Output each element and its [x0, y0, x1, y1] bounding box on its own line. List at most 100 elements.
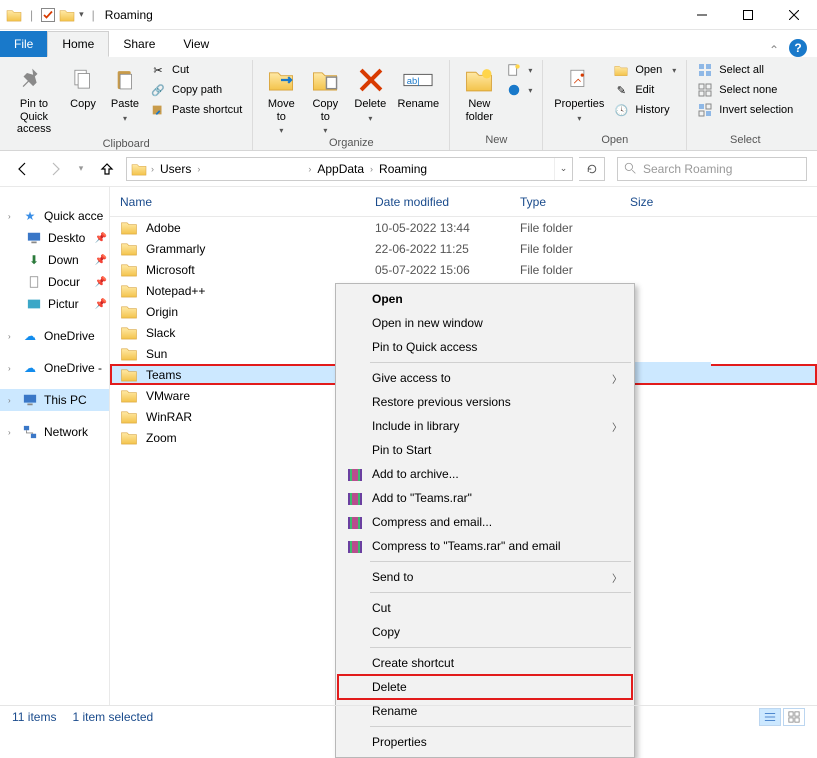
search-input[interactable]: Search Roaming [617, 157, 807, 181]
select-none-button[interactable]: Select none [697, 82, 793, 98]
help-button[interactable]: ? [789, 39, 807, 57]
sidebar-item-pictures[interactable]: Pictur📌 [0, 293, 109, 315]
easy-access-icon [506, 82, 522, 98]
breadcrumb-dropdown[interactable]: ⌄ [554, 158, 572, 180]
ctx-compress-teams-and-email[interactable]: Compress to "Teams.rar" and email [338, 534, 632, 558]
ctx-add-to-archive[interactable]: Add to archive... [338, 462, 632, 486]
minimize-button[interactable] [679, 0, 725, 30]
sidebar-item-onedrive[interactable]: ›☁OneDrive [0, 325, 109, 347]
ctx-open-new-window[interactable]: Open in new window [338, 311, 632, 335]
sidebar-item-quick-access[interactable]: ›★Quick acce [0, 205, 109, 227]
ctx-properties[interactable]: Properties [338, 730, 632, 754]
view-large-icons-button[interactable] [783, 708, 805, 726]
forward-button[interactable] [42, 156, 68, 182]
back-button[interactable] [10, 156, 36, 182]
ctx-pin-quick-access[interactable]: Pin to Quick access [338, 335, 632, 359]
address-bar: ▾ › Users› › AppData› Roaming ⌄ Search R… [0, 151, 817, 187]
group-label: Clipboard [6, 136, 246, 154]
paste-button[interactable]: Paste ▾ [104, 60, 146, 123]
ctx-copy[interactable]: Copy [338, 620, 632, 644]
ctx-open[interactable]: Open [338, 287, 632, 311]
ctx-cut[interactable]: Cut [338, 596, 632, 620]
copy-button[interactable]: Copy [62, 60, 104, 111]
sidebar-item-network[interactable]: ›Network [0, 421, 109, 443]
select-all-button[interactable]: Select all [697, 62, 793, 78]
up-button[interactable] [94, 156, 120, 182]
open-button[interactable]: Open▾ [613, 62, 676, 78]
sidebar-item-desktop[interactable]: Deskto📌 [0, 227, 109, 249]
winrar-icon [346, 537, 364, 555]
tab-file[interactable]: File [0, 31, 47, 57]
folder-icon [120, 262, 138, 277]
tab-share[interactable]: Share [109, 31, 169, 57]
copy-icon [67, 64, 99, 96]
status-selected-count: 1 item selected [72, 710, 153, 724]
table-row[interactable]: Microsoft05-07-2022 15:06File folder [110, 259, 817, 280]
view-details-button[interactable] [759, 708, 781, 726]
cut-button[interactable]: ✂Cut [150, 62, 242, 78]
paste-shortcut-button[interactable]: Paste shortcut [150, 102, 242, 118]
breadcrumb-seg[interactable]: Users [158, 162, 193, 176]
minimize-ribbon-icon[interactable]: ⌃ [769, 43, 779, 57]
ctx-delete[interactable]: Delete [338, 675, 632, 699]
shortcut-icon [150, 102, 166, 118]
easy-access-button[interactable]: ▾ [506, 82, 532, 98]
chevron-right-icon: 〉 [612, 371, 622, 386]
ctx-add-to-teams-rar[interactable]: Add to "Teams.rar" [338, 486, 632, 510]
column-headers[interactable]: Name Date modified Type Size [110, 187, 817, 217]
col-type[interactable]: Type [510, 195, 620, 209]
close-button[interactable] [771, 0, 817, 30]
downloads-icon: ⬇ [26, 252, 42, 268]
rename-button[interactable]: ab| Rename [393, 60, 443, 111]
titlebar: | ▾ | Roaming [0, 0, 817, 30]
nav-pane: ›★Quick acce Deskto📌 ⬇Down📌 Docur📌 Pictu… [0, 187, 110, 705]
delete-button[interactable]: Delete▾ [347, 60, 393, 123]
sidebar-item-documents[interactable]: Docur📌 [0, 271, 109, 293]
sidebar-item-downloads[interactable]: ⬇Down📌 [0, 249, 109, 271]
invert-selection-button[interactable]: Invert selection [697, 102, 793, 118]
pin-to-quick-access-button[interactable]: Pin to Quick access [6, 60, 62, 136]
new-item-button[interactable]: ▾ [506, 62, 532, 78]
ctx-include-in-library[interactable]: Include in library〉 [338, 414, 632, 438]
pin-icon: 📌 [95, 233, 107, 244]
edit-button[interactable]: ✎Edit [613, 82, 676, 98]
path-icon: 🔗 [150, 82, 166, 98]
breadcrumb[interactable]: › Users› › AppData› Roaming ⌄ [126, 157, 573, 181]
refresh-button[interactable] [579, 157, 605, 181]
col-size[interactable]: Size [620, 195, 720, 209]
checkbox-icon[interactable] [41, 8, 55, 22]
ctx-compress-and-email[interactable]: Compress and email... [338, 510, 632, 534]
file-name: Grammarly [146, 242, 205, 256]
move-to-button[interactable]: Move to▾ [259, 60, 303, 135]
col-date[interactable]: Date modified [365, 195, 510, 209]
search-icon [624, 162, 637, 175]
breadcrumb-seg[interactable]: AppData [315, 162, 366, 176]
copy-path-button[interactable]: 🔗Copy path [150, 82, 242, 98]
ctx-pin-to-start[interactable]: Pin to Start [338, 438, 632, 462]
paste-icon [109, 64, 141, 96]
table-row[interactable]: Grammarly22-06-2022 11:25File folder [110, 238, 817, 259]
sidebar-item-this-pc[interactable]: ›This PC [0, 389, 109, 411]
table-row[interactable]: Adobe10-05-2022 13:44File folder [110, 217, 817, 238]
sidebar-item-onedrive-personal[interactable]: ›☁OneDrive - [0, 357, 109, 379]
properties-button[interactable]: Properties▾ [549, 60, 609, 123]
new-folder-button[interactable]: New folder [456, 60, 502, 123]
ctx-create-shortcut[interactable]: Create shortcut [338, 651, 632, 675]
recent-locations-button[interactable]: ▾ [74, 156, 88, 182]
copy-to-button[interactable]: Copy to▾ [303, 60, 347, 135]
svg-text:ab|: ab| [407, 76, 420, 86]
tab-home[interactable]: Home [47, 31, 109, 57]
file-type: File folder [510, 221, 620, 235]
pin-icon: 📌 [95, 299, 107, 310]
ctx-give-access-to[interactable]: Give access to〉 [338, 366, 632, 390]
folder-icon [59, 8, 75, 22]
ctx-restore-previous-versions[interactable]: Restore previous versions [338, 390, 632, 414]
maximize-button[interactable] [725, 0, 771, 30]
winrar-icon [346, 513, 364, 531]
history-button[interactable]: 🕓History [613, 102, 676, 118]
breadcrumb-seg[interactable]: Roaming [377, 162, 429, 176]
ctx-send-to[interactable]: Send to〉 [338, 565, 632, 589]
tab-view[interactable]: View [169, 31, 223, 57]
folder-icon [120, 304, 138, 319]
col-name[interactable]: Name [110, 195, 365, 209]
